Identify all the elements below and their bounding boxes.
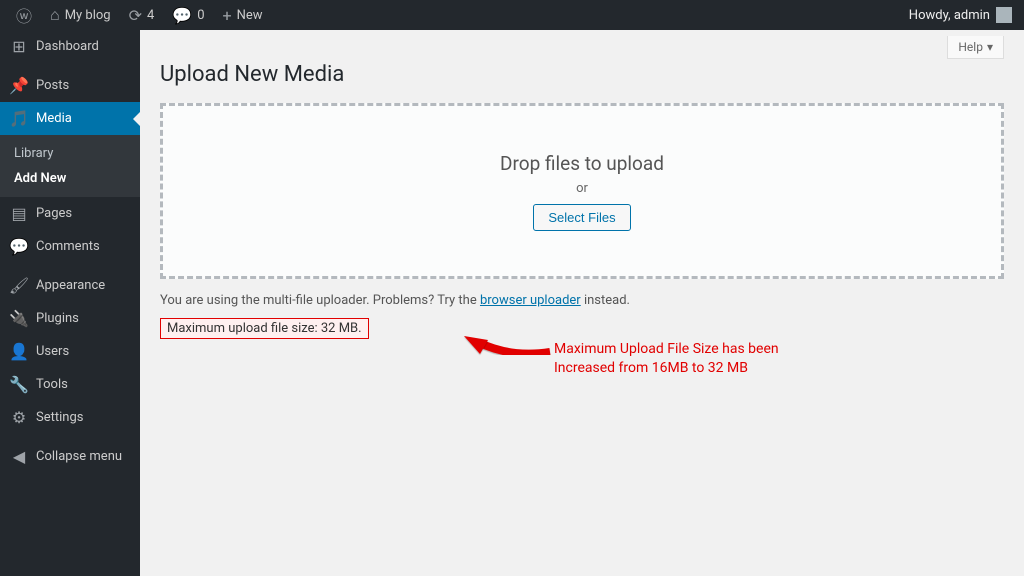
sidebar-item-label: Tools bbox=[36, 377, 68, 392]
sidebar-item-users[interactable]: 👤 Users bbox=[0, 335, 140, 368]
new-label: New bbox=[237, 8, 263, 23]
updates-icon: ⟳ bbox=[129, 6, 142, 25]
wrench-icon: 🔧 bbox=[10, 375, 28, 394]
comment-icon: 💬 bbox=[172, 6, 192, 25]
collapse-menu[interactable]: ◀ Collapse menu bbox=[0, 440, 140, 473]
comment-icon: 💬 bbox=[10, 237, 28, 256]
sidebar-item-label: Posts bbox=[36, 78, 69, 93]
annotation-text: Maximum Upload File Size has been Increa… bbox=[554, 340, 779, 378]
new-content-link[interactable]: + New bbox=[215, 0, 271, 30]
helper-post: instead. bbox=[581, 293, 630, 308]
comments-count: 0 bbox=[197, 8, 204, 23]
collapse-icon: ◀ bbox=[10, 447, 28, 466]
drop-instruction: Drop files to upload bbox=[500, 152, 664, 175]
or-text: or bbox=[576, 181, 588, 196]
site-name: My blog bbox=[65, 8, 111, 23]
site-link[interactable]: ⌂ My blog bbox=[42, 0, 119, 30]
select-files-button[interactable]: Select Files bbox=[533, 204, 630, 231]
sidebar-item-label: Users bbox=[36, 344, 69, 359]
avatar bbox=[996, 7, 1012, 23]
sidebar-item-dashboard[interactable]: ⊞ Dashboard bbox=[0, 30, 140, 63]
admin-bar-right[interactable]: Howdy, admin bbox=[909, 7, 1016, 23]
comments-link[interactable]: 💬0 bbox=[164, 0, 212, 30]
admin-bar: ⓦ ⌂My blog ⟳4 💬0 +New Howdy, admin bbox=[0, 0, 1024, 30]
sidebar-item-label: Dashboard bbox=[36, 39, 99, 54]
submenu-item-library[interactable]: Library bbox=[0, 141, 140, 166]
upload-dropzone[interactable]: Drop files to upload or Select Files bbox=[160, 103, 1004, 279]
admin-bar-left: ⓦ ⌂My blog ⟳4 💬0 +New bbox=[8, 0, 271, 30]
max-upload-size: Maximum upload file size: 32 MB. bbox=[160, 318, 369, 339]
wordpress-icon: ⓦ bbox=[16, 3, 32, 27]
sidebar-item-label: Plugins bbox=[36, 311, 79, 326]
sidebar-item-comments[interactable]: 💬 Comments bbox=[0, 230, 140, 263]
sidebar-item-appearance[interactable]: 🖌 Appearance bbox=[0, 269, 140, 302]
sidebar-item-label: Settings bbox=[36, 410, 83, 425]
chevron-down-icon: ▾ bbox=[987, 40, 993, 54]
annotation-line: Increased from 16MB to 32 MB bbox=[554, 359, 779, 378]
sidebar-item-label: Collapse menu bbox=[36, 449, 122, 464]
submenu-item-add-new[interactable]: Add New bbox=[0, 166, 140, 191]
page-icon: ▤ bbox=[10, 204, 28, 223]
sidebar-item-label: Pages bbox=[36, 206, 72, 221]
sidebar-item-settings[interactable]: ⚙ Settings bbox=[0, 401, 140, 434]
sidebar-item-pages[interactable]: ▤ Pages bbox=[0, 197, 140, 230]
sidebar-item-label: Comments bbox=[36, 239, 100, 254]
browser-uploader-link[interactable]: browser uploader bbox=[480, 293, 581, 308]
updates-count: 4 bbox=[147, 8, 154, 23]
page-title: Upload New Media bbox=[160, 62, 1004, 87]
brush-icon: 🖌 bbox=[10, 276, 28, 295]
help-label: Help bbox=[958, 40, 983, 54]
sidebar-item-media[interactable]: 🎵 Media bbox=[0, 102, 140, 135]
media-submenu: Library Add New bbox=[0, 135, 140, 197]
sidebar-item-tools[interactable]: 🔧 Tools bbox=[0, 368, 140, 401]
media-icon: 🎵 bbox=[10, 109, 28, 128]
sidebar-item-plugins[interactable]: 🔌 Plugins bbox=[0, 302, 140, 335]
wp-logo[interactable]: ⓦ bbox=[8, 0, 40, 30]
user-icon: 👤 bbox=[10, 342, 28, 361]
settings-icon: ⚙ bbox=[10, 408, 28, 427]
sidebar-item-label: Appearance bbox=[36, 278, 105, 293]
sidebar-item-label: Media bbox=[36, 111, 72, 126]
updates-link[interactable]: ⟳4 bbox=[121, 0, 163, 30]
help-tab[interactable]: Help ▾ bbox=[947, 36, 1004, 59]
plug-icon: 🔌 bbox=[10, 309, 28, 328]
annotation-line: Maximum Upload File Size has been bbox=[554, 340, 779, 359]
howdy-text: Howdy, admin bbox=[909, 8, 990, 23]
main-content: Help ▾ Upload New Media Drop files to upl… bbox=[140, 30, 1024, 576]
admin-sidebar: ⊞ Dashboard 📌 Posts 🎵 Media Library Add New… bbox=[0, 30, 140, 576]
sidebar-item-posts[interactable]: 📌 Posts bbox=[0, 69, 140, 102]
dashboard-icon: ⊞ bbox=[10, 37, 28, 56]
uploader-helper-text: You are using the multi-file uploader. P… bbox=[160, 293, 1004, 308]
helper-pre: You are using the multi-file uploader. P… bbox=[160, 293, 480, 308]
home-icon: ⌂ bbox=[50, 5, 60, 25]
pin-icon: 📌 bbox=[10, 76, 28, 95]
plus-icon: + bbox=[223, 6, 232, 25]
